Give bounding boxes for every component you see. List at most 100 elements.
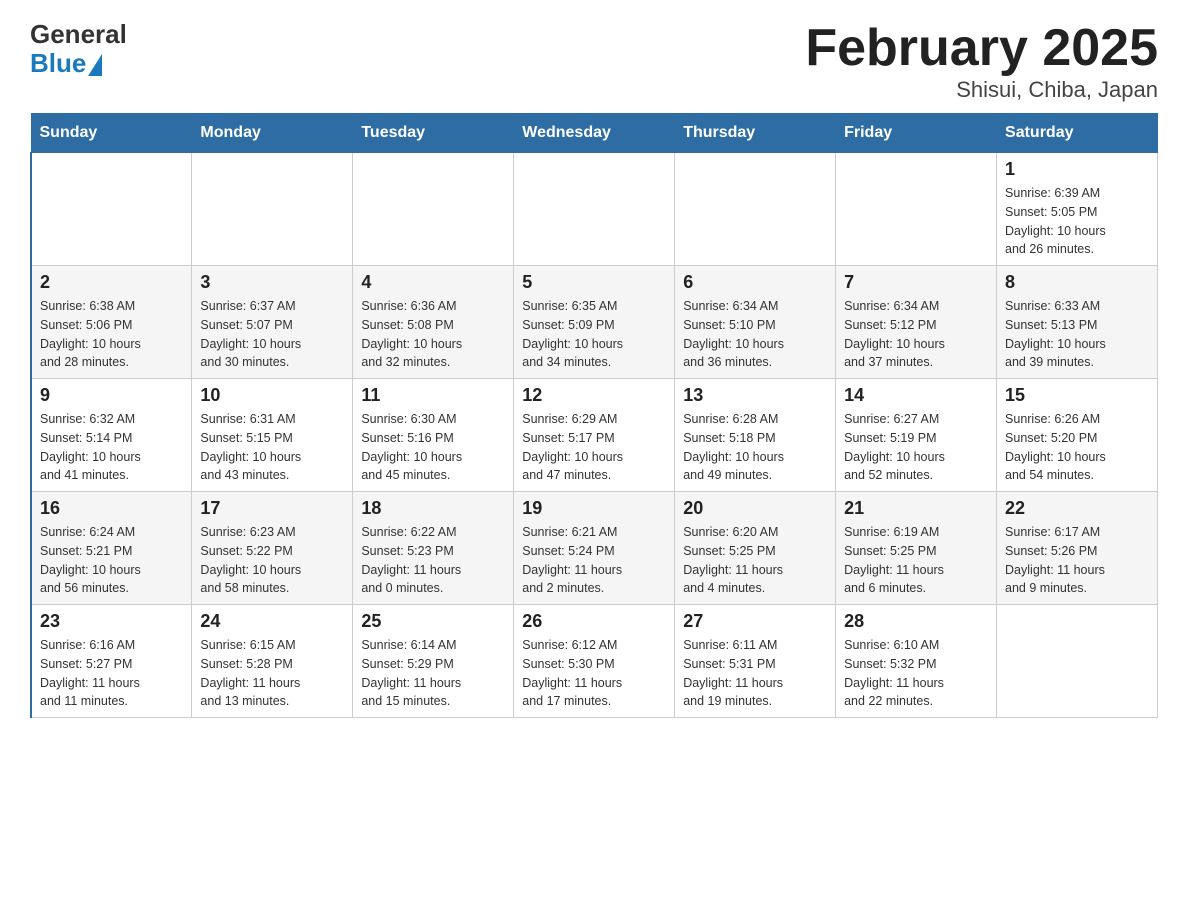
day-cell: 10Sunrise: 6:31 AM Sunset: 5:15 PM Dayli… — [192, 379, 353, 492]
page-header: General Blue February 2025 Shisui, Chiba… — [30, 20, 1158, 103]
day-info: Sunrise: 6:39 AM Sunset: 5:05 PM Dayligh… — [1005, 184, 1149, 259]
day-cell: 20 Sunrise: 6:20 AM Sunset: 5:25 PM Dayli… — [675, 492, 836, 605]
week-row-1: 2 Sunrise: 6:38 AM Sunset: 5:06 PM Daylig… — [31, 266, 1158, 379]
header-cell-monday: Monday — [192, 114, 353, 153]
day-info: Sunrise: 6:34 AM Sunset: 5:12 PM Dayligh… — [844, 297, 988, 372]
logo-general-text: General — [30, 20, 127, 49]
day-cell — [353, 153, 514, 266]
day-cell: 7 Sunrise: 6:34 AM Sunset: 5:12 PM Daylig… — [836, 266, 997, 379]
day-info: Sunrise: 6:24 AM Sunset: 5:21 PM Dayligh… — [40, 523, 183, 598]
day-number: 9 — [40, 385, 183, 406]
day-info: Sunrise: 6:37 AM Sunset: 5:07 PM Dayligh… — [200, 297, 344, 372]
day-cell: 11 Sunrise: 6:30 AM Sunset: 5:16 PM Dayli… — [353, 379, 514, 492]
day-cell — [31, 153, 192, 266]
day-number: 27 — [683, 611, 827, 632]
day-cell: 18 Sunrise: 6:22 AM Sunset: 5:23 PM Dayli… — [353, 492, 514, 605]
header-cell-tuesday: Tuesday — [353, 114, 514, 153]
day-cell — [514, 153, 675, 266]
day-info: Sunrise: 6:20 AM Sunset: 5:25 PM Dayligh… — [683, 523, 827, 598]
title-block: February 2025 Shisui, Chiba, Japan — [805, 20, 1158, 103]
day-info: Sunrise: 6:19 AM Sunset: 5:25 PM Dayligh… — [844, 523, 988, 598]
day-cell: 4 Sunrise: 6:36 AM Sunset: 5:08 PM Daylig… — [353, 266, 514, 379]
day-info: Sunrise: 6:33 AM Sunset: 5:13 PM Dayligh… — [1005, 297, 1149, 372]
day-info: Sunrise: 6:17 AM Sunset: 5:26 PM Dayligh… — [1005, 523, 1149, 598]
day-info: Sunrise: 6:23 AM Sunset: 5:22 PM Dayligh… — [200, 523, 344, 598]
week-row-0: 1 Sunrise: 6:39 AM Sunset: 5:05 PM Daylig… — [31, 153, 1158, 266]
day-number: 21 — [844, 498, 988, 519]
day-cell: 3Sunrise: 6:37 AM Sunset: 5:07 PM Daylig… — [192, 266, 353, 379]
day-number: 1 — [1005, 159, 1149, 180]
day-info: Sunrise: 6:15 AM Sunset: 5:28 PM Dayligh… — [200, 636, 344, 711]
day-number: 4 — [361, 272, 505, 293]
day-cell: 14 Sunrise: 6:27 AM Sunset: 5:19 PM Dayli… — [836, 379, 997, 492]
day-number: 26 — [522, 611, 666, 632]
day-number: 18 — [361, 498, 505, 519]
day-number: 25 — [361, 611, 505, 632]
day-cell: 1 Sunrise: 6:39 AM Sunset: 5:05 PM Daylig… — [997, 153, 1158, 266]
day-number: 11 — [361, 385, 505, 406]
header-cell-friday: Friday — [836, 114, 997, 153]
day-info: Sunrise: 6:30 AM Sunset: 5:16 PM Dayligh… — [361, 410, 505, 485]
day-cell: 5Sunrise: 6:35 AM Sunset: 5:09 PM Daylig… — [514, 266, 675, 379]
day-cell: 17 Sunrise: 6:23 AM Sunset: 5:22 PM Dayli… — [192, 492, 353, 605]
day-cell — [675, 153, 836, 266]
day-info: Sunrise: 6:35 AM Sunset: 5:09 PM Dayligh… — [522, 297, 666, 372]
day-cell: 28 Sunrise: 6:10 AM Sunset: 5:32 PM Dayli… — [836, 605, 997, 718]
day-info: Sunrise: 6:12 AM Sunset: 5:30 PM Dayligh… — [522, 636, 666, 711]
day-number: 28 — [844, 611, 988, 632]
logo: General Blue — [30, 20, 127, 77]
day-info: Sunrise: 6:38 AM Sunset: 5:06 PM Dayligh… — [40, 297, 183, 372]
day-number: 13 — [683, 385, 827, 406]
day-number: 17 — [200, 498, 344, 519]
day-info: Sunrise: 6:27 AM Sunset: 5:19 PM Dayligh… — [844, 410, 988, 485]
day-info: Sunrise: 6:16 AM Sunset: 5:27 PM Dayligh… — [40, 636, 183, 711]
day-number: 7 — [844, 272, 988, 293]
day-info: Sunrise: 6:31 AM Sunset: 5:15 PM Dayligh… — [200, 410, 344, 485]
day-number: 15 — [1005, 385, 1149, 406]
week-row-3: 16 Sunrise: 6:24 AM Sunset: 5:21 PM Dayli… — [31, 492, 1158, 605]
day-cell: 15Sunrise: 6:26 AM Sunset: 5:20 PM Dayli… — [997, 379, 1158, 492]
day-cell: 16 Sunrise: 6:24 AM Sunset: 5:21 PM Dayli… — [31, 492, 192, 605]
day-number: 12 — [522, 385, 666, 406]
day-cell: 9Sunrise: 6:32 AM Sunset: 5:14 PM Daylig… — [31, 379, 192, 492]
week-row-4: 23 Sunrise: 6:16 AM Sunset: 5:27 PM Dayli… — [31, 605, 1158, 718]
header-cell-saturday: Saturday — [997, 114, 1158, 153]
logo-triangle-icon — [88, 54, 102, 76]
day-info: Sunrise: 6:36 AM Sunset: 5:08 PM Dayligh… — [361, 297, 505, 372]
day-cell: 25 Sunrise: 6:14 AM Sunset: 5:29 PM Dayli… — [353, 605, 514, 718]
day-number: 14 — [844, 385, 988, 406]
logo-blue-text: Blue — [30, 49, 86, 78]
day-info: Sunrise: 6:22 AM Sunset: 5:23 PM Dayligh… — [361, 523, 505, 598]
day-cell: 24Sunrise: 6:15 AM Sunset: 5:28 PM Dayli… — [192, 605, 353, 718]
day-info: Sunrise: 6:10 AM Sunset: 5:32 PM Dayligh… — [844, 636, 988, 711]
calendar-table: SundayMondayTuesdayWednesdayThursdayFrid… — [30, 113, 1158, 718]
day-number: 6 — [683, 272, 827, 293]
day-cell: 6Sunrise: 6:34 AM Sunset: 5:10 PM Daylig… — [675, 266, 836, 379]
week-row-2: 9Sunrise: 6:32 AM Sunset: 5:14 PM Daylig… — [31, 379, 1158, 492]
header-cell-thursday: Thursday — [675, 114, 836, 153]
header-cell-wednesday: Wednesday — [514, 114, 675, 153]
day-info: Sunrise: 6:29 AM Sunset: 5:17 PM Dayligh… — [522, 410, 666, 485]
day-number: 8 — [1005, 272, 1149, 293]
day-info: Sunrise: 6:11 AM Sunset: 5:31 PM Dayligh… — [683, 636, 827, 711]
day-cell: 2 Sunrise: 6:38 AM Sunset: 5:06 PM Daylig… — [31, 266, 192, 379]
day-cell: 8 Sunrise: 6:33 AM Sunset: 5:13 PM Daylig… — [997, 266, 1158, 379]
day-cell: 21 Sunrise: 6:19 AM Sunset: 5:25 PM Dayli… — [836, 492, 997, 605]
day-info: Sunrise: 6:28 AM Sunset: 5:18 PM Dayligh… — [683, 410, 827, 485]
day-cell: 23 Sunrise: 6:16 AM Sunset: 5:27 PM Dayli… — [31, 605, 192, 718]
day-info: Sunrise: 6:21 AM Sunset: 5:24 PM Dayligh… — [522, 523, 666, 598]
day-number: 19 — [522, 498, 666, 519]
calendar-title: February 2025 — [805, 20, 1158, 77]
day-cell: 22 Sunrise: 6:17 AM Sunset: 5:26 PM Dayli… — [997, 492, 1158, 605]
day-number: 20 — [683, 498, 827, 519]
calendar-subtitle: Shisui, Chiba, Japan — [805, 77, 1158, 103]
day-number: 23 — [40, 611, 183, 632]
day-cell — [192, 153, 353, 266]
day-number: 2 — [40, 272, 183, 293]
day-number: 16 — [40, 498, 183, 519]
day-number: 22 — [1005, 498, 1149, 519]
day-info: Sunrise: 6:14 AM Sunset: 5:29 PM Dayligh… — [361, 636, 505, 711]
day-cell: 19 Sunrise: 6:21 AM Sunset: 5:24 PM Dayli… — [514, 492, 675, 605]
day-cell: 12 Sunrise: 6:29 AM Sunset: 5:17 PM Dayli… — [514, 379, 675, 492]
day-cell: 27 Sunrise: 6:11 AM Sunset: 5:31 PM Dayli… — [675, 605, 836, 718]
